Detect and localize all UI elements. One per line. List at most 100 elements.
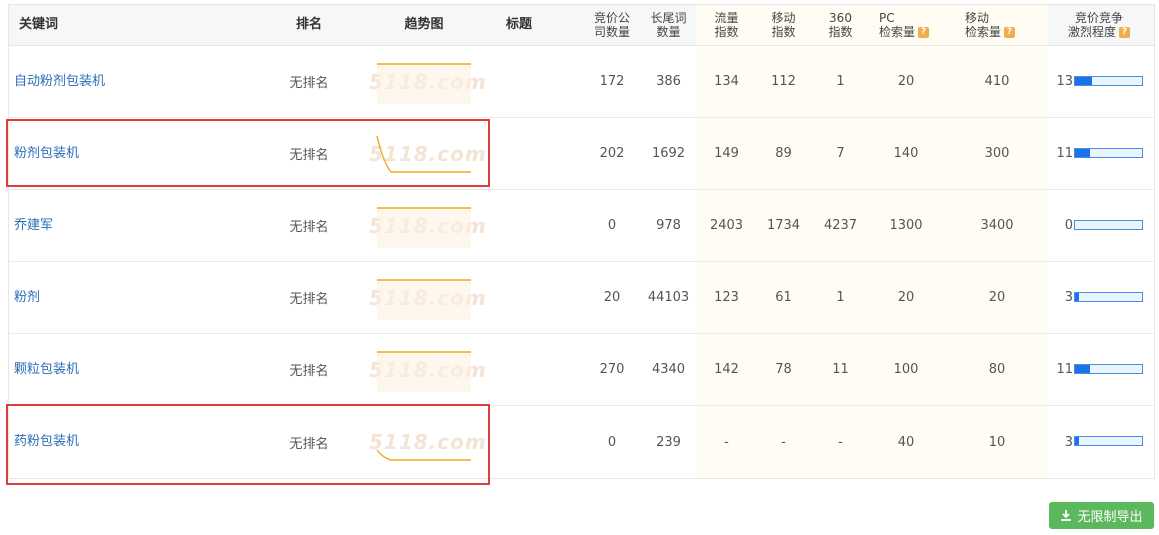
table-row: 颗粒包装机无排名5118.com270434014278111008011: [9, 334, 1154, 406]
keyword-table: 关键词 排名 趋势图 标题 竞价公 司数量 长尾词 数量 流量 指数 移动 指数…: [8, 4, 1155, 479]
header-bid-companies-l2: 司数量: [593, 25, 630, 39]
traffic-index-cell: 123: [714, 290, 739, 305]
mobile-index-cell: 78: [775, 362, 792, 377]
competition-bar-fill: [1075, 77, 1093, 85]
traffic-index-cell: 134: [714, 74, 739, 89]
index-360-cell: 4237: [823, 218, 858, 233]
traffic-index-cell: 142: [714, 362, 739, 377]
help-icon[interactable]: ?: [1119, 27, 1130, 38]
header-mobile-index-l2: 指数: [771, 25, 796, 39]
export-button[interactable]: 无限制导出: [1049, 502, 1154, 529]
keyword-link[interactable]: 自动粉剂包装机: [14, 46, 109, 117]
header-keyword[interactable]: 关键词: [9, 5, 119, 45]
header-mobile-index[interactable]: 移动 指数: [756, 5, 811, 45]
header-mobile-search[interactable]: 移动 检索量?: [957, 5, 1037, 45]
header-360-index[interactable]: 360 指数: [813, 5, 868, 45]
competition-bar: [1074, 148, 1143, 158]
header-trend: 趋势图: [404, 17, 444, 32]
header-traffic[interactable]: 流量 指数: [699, 5, 754, 45]
mobile-search-cell: 410: [984, 74, 1010, 89]
competition-bar-fill: [1075, 149, 1090, 157]
header-competition[interactable]: 竞价竞争 激烈程度?: [1054, 5, 1144, 45]
keyword-link[interactable]: 颗粒包装机: [14, 334, 109, 405]
longtail-count-cell: 978: [656, 218, 681, 233]
pc-search-cell: 40: [897, 434, 915, 450]
header-mobile-search-l2: 检索量: [965, 25, 1002, 39]
trend-sparkline[interactable]: [375, 276, 473, 320]
keyword-link[interactable]: 粉剂包装机: [14, 118, 109, 189]
mobile-index-cell: 61: [775, 290, 792, 305]
rank-cell: 无排名: [289, 76, 329, 91]
table-row: 药粉包装机 无排名 5118.com 0 239- - -40 10 3: [9, 406, 1154, 478]
bid-companies-cell: 20: [603, 290, 621, 305]
keyword-link[interactable]: 乔建军: [14, 190, 109, 261]
help-icon[interactable]: ?: [1004, 27, 1016, 38]
mobile-search-cell: 80: [988, 362, 1006, 377]
keyword-link[interactable]: 药粉包装机: [14, 406, 109, 478]
trend-sparkline[interactable]: [375, 132, 473, 176]
table-body: 自动粉剂包装机无排名5118.com17238613411212041013粉剂…: [9, 46, 1154, 478]
trend-sparkline[interactable]: [375, 60, 473, 104]
competition-bar: [1074, 292, 1143, 302]
index-360-cell: 7: [836, 146, 845, 161]
keyword-link[interactable]: 粉剂: [14, 262, 109, 333]
competition-bar: [1074, 436, 1143, 446]
header-mobile-index-l1: 移动: [771, 11, 796, 25]
competition-bar: [1074, 220, 1143, 230]
rank-cell: 无排名: [289, 148, 329, 163]
traffic-index-cell: -: [724, 434, 729, 450]
trend-sparkline[interactable]: [375, 204, 473, 248]
competition-bar: [1074, 76, 1143, 86]
competition-value: 0: [1064, 218, 1073, 233]
index-360-cell: 1: [836, 74, 845, 89]
table-row: 粉剂无排名5118.com204410312361120203: [9, 262, 1154, 334]
pc-search-cell: 1300: [889, 218, 923, 233]
competition-bar-fill: [1075, 293, 1080, 301]
export-label: 无限制导出: [1077, 510, 1143, 525]
traffic-index-cell: 149: [714, 146, 739, 161]
header-pc-search-l2: 检索量: [879, 25, 916, 39]
competition-value: 13: [1056, 74, 1073, 89]
trend-sparkline[interactable]: [375, 420, 473, 464]
header-longtail[interactable]: 长尾词 数量: [641, 5, 696, 45]
competition-bar: [1074, 364, 1143, 374]
mobile-index-cell: 112: [771, 74, 796, 89]
download-icon: [1061, 510, 1072, 521]
bid-companies-cell: 270: [599, 362, 625, 377]
longtail-count-cell: 4340: [651, 362, 686, 377]
index-360-cell: -: [838, 434, 843, 450]
bid-companies-cell: 172: [599, 74, 625, 89]
rank-cell: 无排名: [289, 220, 329, 235]
competition-value: 3: [1064, 434, 1073, 450]
table-row: 乔建军无排名5118.com0978240317344237130034000: [9, 190, 1154, 262]
header-bid-companies[interactable]: 竞价公 司数量: [582, 5, 642, 45]
bid-companies-cell: 0: [607, 218, 617, 233]
mobile-index-cell: 89: [775, 146, 792, 161]
header-pc-search-l1: PC: [879, 11, 895, 25]
header-pc-search[interactable]: PC 检索量?: [871, 5, 941, 45]
header-rank[interactable]: 排名: [269, 5, 349, 45]
table-row: 自动粉剂包装机无排名5118.com17238613411212041013: [9, 46, 1154, 118]
table-header: 关键词 排名 趋势图 标题 竞价公 司数量 长尾词 数量 流量 指数 移动 指数…: [9, 5, 1154, 46]
competition-bar-fill: [1075, 437, 1080, 445]
mobile-search-cell: 300: [984, 146, 1010, 161]
rank-cell: 无排名: [289, 364, 329, 379]
header-longtail-l1: 长尾词: [650, 11, 687, 25]
index-360-cell: 11: [832, 362, 849, 377]
mobile-search-cell: 3400: [980, 218, 1014, 233]
mobile-search-cell: 10: [988, 434, 1006, 450]
longtail-count-cell: 239: [656, 434, 681, 450]
index-360-cell: 1: [836, 290, 845, 305]
pc-search-cell: 100: [893, 362, 919, 377]
header-360-index-l2: 指数: [828, 25, 853, 39]
pc-search-cell: 140: [893, 146, 919, 161]
competition-value: 3: [1064, 290, 1073, 305]
traffic-index-cell: 2403: [709, 218, 744, 233]
header-mobile-search-l1: 移动: [965, 11, 990, 25]
pc-search-cell: 20: [897, 74, 915, 89]
rank-cell: 无排名: [289, 292, 329, 307]
trend-sparkline[interactable]: [375, 348, 473, 392]
bid-companies-cell: 202: [599, 146, 625, 161]
competition-value: 11: [1056, 146, 1073, 161]
help-icon[interactable]: ?: [918, 27, 930, 38]
